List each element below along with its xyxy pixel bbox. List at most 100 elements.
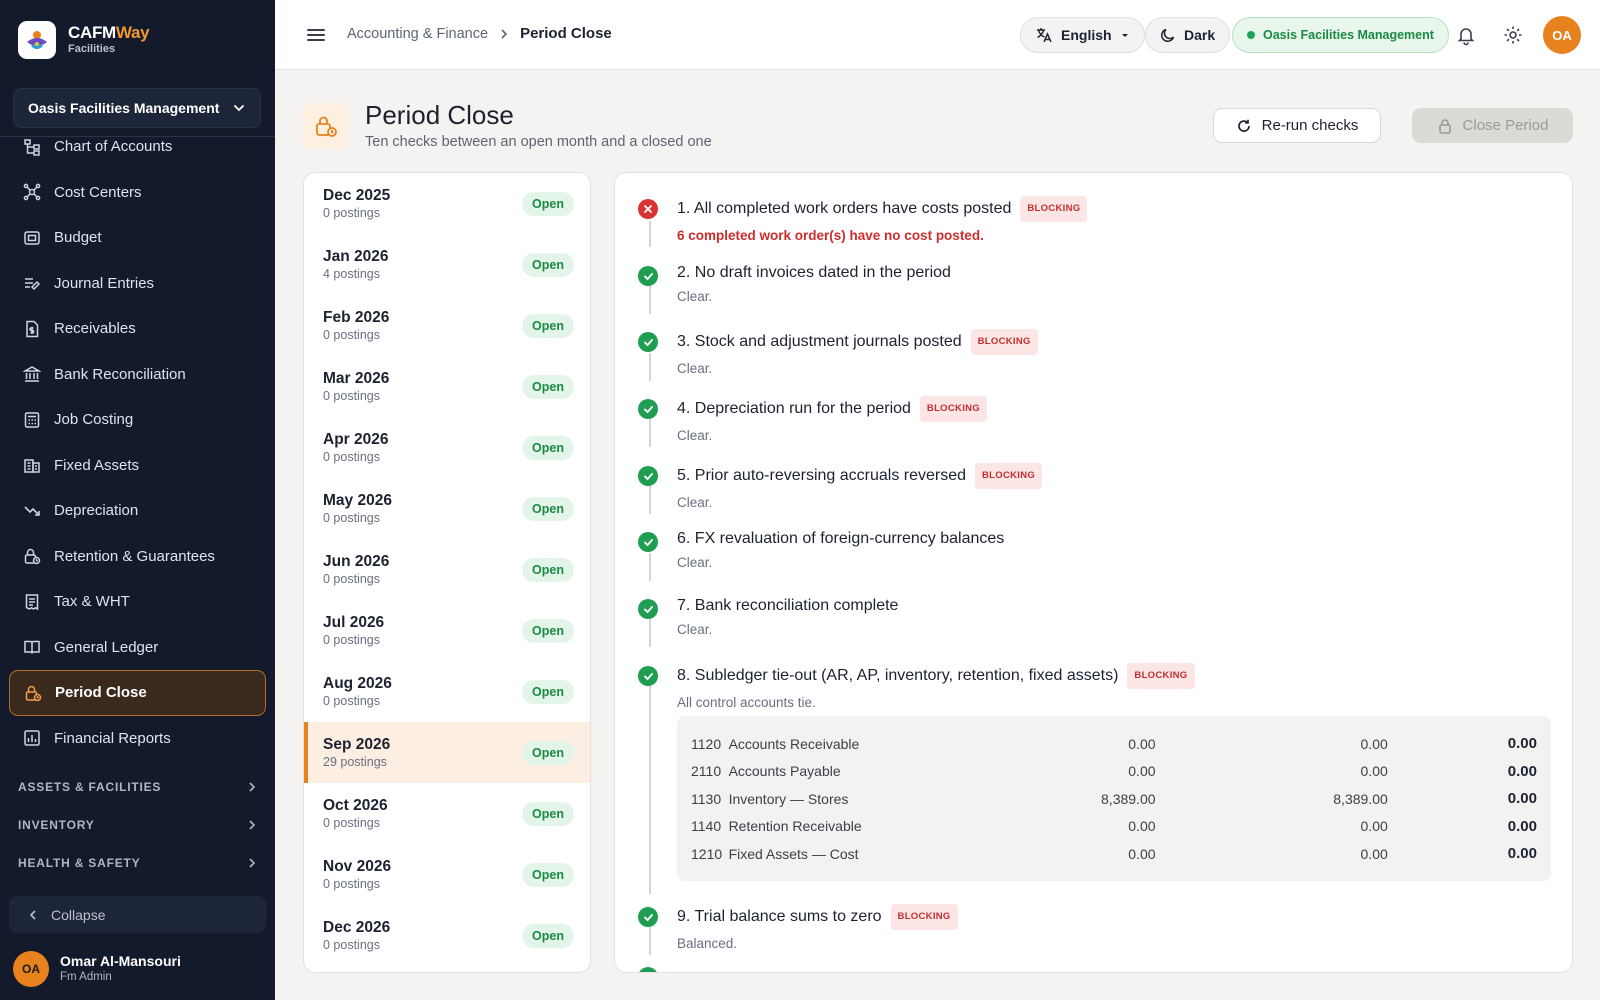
timeline-connector: [649, 686, 651, 894]
sidebar-item-period-close[interactable]: Period Close: [9, 670, 266, 716]
check-note: Clear.: [677, 495, 713, 510]
timeline-connector: [649, 286, 651, 314]
check-note: Clear.: [677, 361, 713, 376]
check-item: 9. Trial balance sums to zero BLOCKING Ba…: [638, 904, 1557, 952]
chevron-left-icon: [29, 909, 36, 920]
timeline-connector: [649, 419, 651, 447]
check-title: 9. Trial balance sums to zero: [677, 908, 882, 925]
blocking-badge: BLOCKING: [1127, 663, 1195, 689]
avatar[interactable]: OA: [1543, 16, 1581, 54]
chevron-right-icon: [249, 858, 256, 868]
lock-clock-icon: [24, 549, 41, 565]
wallet-icon: [24, 231, 40, 245]
period-item[interactable]: May 2026 0 postings Open: [304, 478, 590, 539]
sidebar-item-receivables[interactable]: Receivables: [9, 306, 266, 352]
hierarchy-icon: [24, 139, 40, 156]
period-item[interactable]: Dec 2025 0 postings Open: [304, 173, 590, 234]
check-circle-icon: [638, 967, 658, 972]
blocking-badge: BLOCKING: [970, 329, 1038, 355]
sidebar-item-label: Fixed Assets: [54, 456, 140, 474]
sidebar-section-inventory[interactable]: INVENTORY: [18, 815, 258, 835]
period-item[interactable]: Jan 2026 4 postings Open: [304, 234, 590, 295]
sidebar-item-cost-centers[interactable]: Cost Centers: [9, 170, 266, 216]
sidebar-item-retention-guarantees[interactable]: Retention & Guarantees: [9, 534, 266, 580]
check-item: 4. Depreciation run for the period BLOCKI…: [638, 396, 1557, 444]
period-list: Dec 2025 0 postings Open Jan 2026 4 posting…: [303, 172, 591, 973]
status-badge: Open: [522, 557, 574, 582]
building-icon: [24, 459, 40, 473]
check-title: 8. Subledger tie-out (AR, AP, inventory,…: [677, 667, 1119, 684]
rerun-checks-button[interactable]: Re-run checks: [1213, 108, 1381, 143]
sidebar-item-chart-of-accounts[interactable]: Chart of Accounts: [9, 124, 266, 170]
menu-icon[interactable]: [305, 24, 327, 46]
close-period-button[interactable]: Close Period: [1412, 108, 1573, 143]
blocking-badge: BLOCKING: [919, 396, 987, 422]
brand[interactable]: CAFMWay Facilities: [18, 20, 150, 60]
lock-clock-icon: [25, 685, 42, 701]
period-item[interactable]: Oct 2026 0 postings Open: [304, 783, 590, 844]
period-item[interactable]: Aug 2026 0 postings Open: [304, 661, 590, 722]
period-item[interactable]: Mar 2026 0 postings Open: [304, 356, 590, 417]
status-badge: Open: [522, 435, 574, 460]
language-select[interactable]: English: [1020, 17, 1145, 53]
period-close-icon: [303, 103, 349, 149]
sidebar-item-label: Period Close: [55, 684, 147, 702]
period-item[interactable]: Jun 2026 0 postings Open: [304, 539, 590, 600]
timeline-connector: [649, 221, 651, 247]
check-note: Clear.: [677, 289, 713, 304]
sidebar-item-label: Retention & Guarantees: [54, 547, 215, 565]
sidebar-item-label: Chart of Accounts: [54, 138, 173, 156]
status-badge: Open: [522, 191, 574, 216]
trend-down-icon: [24, 506, 40, 516]
theme-toggle[interactable]: Dark: [1145, 17, 1231, 53]
status-badge: Open: [522, 252, 574, 277]
check-note: Balanced.: [677, 936, 738, 951]
sidebar-item-budget[interactable]: Budget: [9, 215, 266, 261]
status-badge: Open: [522, 496, 574, 521]
check-title: 2. No draft invoices dated in the period: [677, 264, 951, 281]
bar-chart-icon: [24, 730, 40, 746]
org-select[interactable]: Oasis Facilities Management: [13, 88, 261, 128]
sidebar-item-tax-wht[interactable]: Tax & WHT: [9, 579, 266, 625]
check-item: 5. Prior auto-reversing accruals reverse…: [638, 463, 1557, 511]
period-item[interactable]: Feb 2026 0 postings Open: [304, 295, 590, 356]
lock-icon: [1438, 118, 1451, 134]
period-item[interactable]: Nov 2026 0 postings Open: [304, 844, 590, 905]
sidebar-item-label: Financial Reports: [54, 729, 171, 747]
sidebar-nav: Chart of Accounts Cost Centers Budget Jo…: [9, 124, 266, 761]
bank-icon: [23, 366, 41, 382]
blocking-badge: BLOCKING: [890, 904, 958, 930]
status-badge: Open: [522, 923, 574, 948]
sidebar-item-fixed-assets[interactable]: Fixed Assets: [9, 443, 266, 489]
sidebar-item-journal-entries[interactable]: Journal Entries: [9, 261, 266, 307]
table-row: 1130 Inventory — Stores 8,389.00 8,389.00 0.…: [691, 790, 1537, 808]
status-badge: Open: [522, 679, 574, 704]
period-item[interactable]: Jul 2026 0 postings Open: [304, 600, 590, 661]
sidebar-item-depreciation[interactable]: Depreciation: [9, 488, 266, 534]
sidebar-item-general-ledger[interactable]: General Ledger: [9, 625, 266, 671]
calculator-icon: [24, 412, 40, 428]
sidebar-item-job-costing[interactable]: Job Costing: [9, 397, 266, 443]
bell-icon[interactable]: [1455, 24, 1477, 46]
status-dot: [1247, 31, 1255, 39]
sidebar-item-financial-reports[interactable]: Financial Reports: [9, 716, 266, 762]
table-row: 1120 Accounts Receivable 0.00 0.00 0.00: [691, 735, 1537, 753]
sidebar-item-label: Job Costing: [54, 411, 134, 429]
org-status-badge[interactable]: Oasis Facilities Management: [1232, 17, 1449, 53]
sidebar-item-bank-reconciliation[interactable]: Bank Reconciliation: [9, 352, 266, 398]
edit-lines-icon: [25, 278, 41, 291]
check-title: 6. FX revaluation of foreign-currency ba…: [677, 530, 1005, 547]
period-item[interactable]: Dec 2026 0 postings Open: [304, 905, 590, 966]
collapse-button[interactable]: Collapse: [9, 896, 266, 933]
chevron-right-icon: [249, 820, 256, 830]
sidebar-section-assets-facilities[interactable]: ASSETS & FACILITIES: [18, 777, 258, 797]
user-role: Fm Admin: [60, 971, 112, 983]
gear-icon[interactable]: [1502, 24, 1524, 46]
brand-sub: Facilities: [68, 43, 116, 55]
period-item[interactable]: Apr 2026 0 postings Open: [304, 417, 590, 478]
sidebar-section-health-safety[interactable]: HEALTH & SAFETY: [18, 853, 258, 873]
status-badge: Open: [522, 313, 574, 338]
breadcrumb-link[interactable]: Accounting & Finance: [347, 26, 488, 42]
period-item-selected[interactable]: Sep 2026 29 postings Open: [304, 722, 590, 783]
user-profile[interactable]: OA Omar Al-Mansouri Fm Admin: [13, 951, 181, 987]
